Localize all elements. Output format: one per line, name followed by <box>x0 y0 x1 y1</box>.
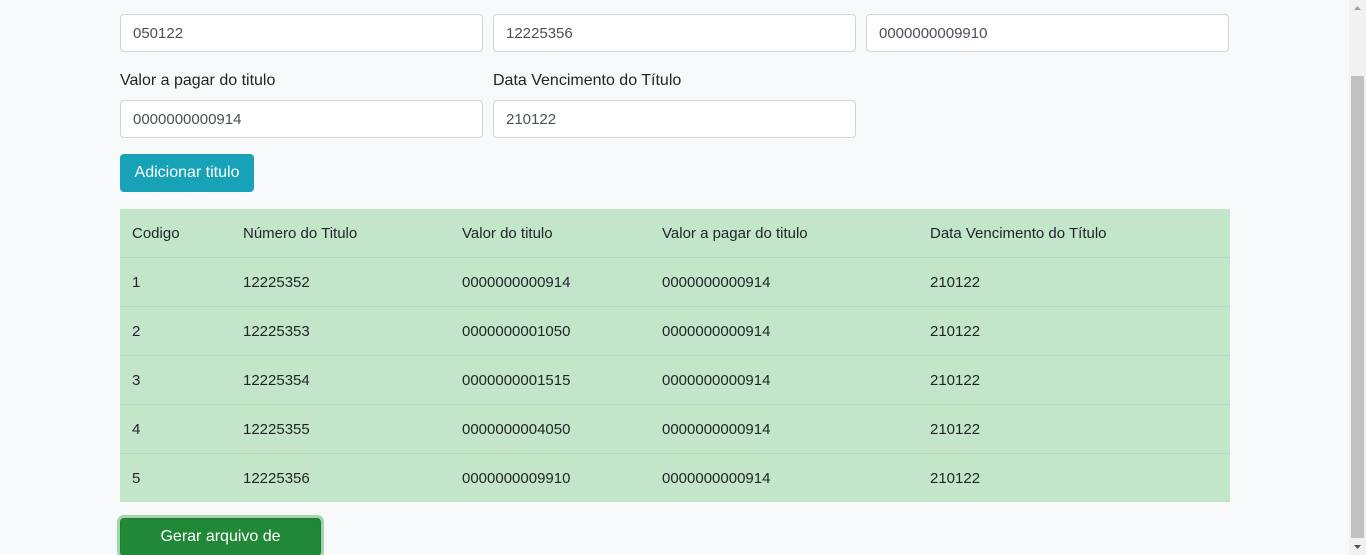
data-vencimento-label: Data Vencimento do Título <box>493 72 682 89</box>
header-codigo: Codigo <box>120 209 231 258</box>
cell-valor-titulo: 0000000004050 <box>450 404 650 454</box>
cell-valor-titulo: 0000000001515 <box>450 355 650 405</box>
cell-codigo: 2 <box>120 306 231 356</box>
valor-pagar-input[interactable] <box>120 100 483 138</box>
valor-pagar-label: Valor a pagar do titulo <box>120 72 276 89</box>
cell-numero-titulo: 12225352 <box>231 257 450 307</box>
header-numero-titulo: Número do Titulo <box>231 209 450 258</box>
cell-numero-titulo: 12225354 <box>231 355 450 405</box>
numero-titulo-input[interactable] <box>493 14 856 52</box>
page: Valor a pagar do titulo Data Vencimento … <box>0 0 1349 555</box>
cell-data-vencimento: 210122 <box>918 306 1230 356</box>
cell-numero-titulo: 12225356 <box>231 453 450 502</box>
table-header-row: Codigo Número do Titulo Valor do titulo … <box>120 209 1230 258</box>
data-vencimento-input[interactable] <box>493 100 856 138</box>
cell-numero-titulo: 12225353 <box>231 306 450 356</box>
header-data-vencimento: Data Vencimento do Título <box>918 209 1230 258</box>
cell-valor-pagar: 0000000000914 <box>650 404 918 454</box>
cell-numero-titulo: 12225355 <box>231 404 450 454</box>
cell-valor-titulo: 0000000000914 <box>450 257 650 307</box>
table-row: 5 12225356 0000000009910 0000000000914 2… <box>120 453 1230 502</box>
cell-data-vencimento: 210122 <box>918 257 1230 307</box>
cell-data-vencimento: 210122 <box>918 355 1230 405</box>
cell-valor-titulo: 0000000001050 <box>450 306 650 356</box>
cell-valor-pagar: 0000000000914 <box>650 453 918 502</box>
header-valor-titulo: Valor do titulo <box>450 209 650 258</box>
table-row: 2 12225353 0000000001050 0000000000914 2… <box>120 306 1230 356</box>
cell-codigo: 4 <box>120 404 231 454</box>
scroll-down-arrow-icon[interactable] <box>1349 538 1366 555</box>
valor-titulo-input[interactable] <box>866 14 1229 52</box>
titles-table: Codigo Número do Titulo Valor do titulo … <box>120 209 1230 502</box>
cell-valor-pagar: 0000000000914 <box>650 257 918 307</box>
add-title-button[interactable]: Adicionar titulo <box>120 154 254 192</box>
cell-data-vencimento: 210122 <box>918 453 1230 502</box>
cell-valor-pagar: 0000000000914 <box>650 306 918 356</box>
header-valor-pagar: Valor a pagar do titulo <box>650 209 918 258</box>
cell-codigo: 3 <box>120 355 231 405</box>
cell-codigo: 1 <box>120 257 231 307</box>
cell-codigo: 5 <box>120 453 231 502</box>
scrollbar-thumb[interactable] <box>1351 76 1364 538</box>
generate-return-file-button[interactable]: Gerar arquivo de retorno <box>120 518 321 555</box>
cell-valor-titulo: 0000000009910 <box>450 453 650 502</box>
cell-valor-pagar: 0000000000914 <box>650 355 918 405</box>
table-row: 4 12225355 0000000004050 0000000000914 2… <box>120 404 1230 454</box>
scroll-up-arrow-icon[interactable] <box>1349 0 1366 17</box>
data-field-input[interactable] <box>120 14 483 52</box>
cell-data-vencimento: 210122 <box>918 404 1230 454</box>
table-row: 3 12225354 0000000001515 0000000000914 2… <box>120 355 1230 405</box>
vertical-scrollbar[interactable] <box>1349 0 1366 555</box>
table-row: 1 12225352 0000000000914 0000000000914 2… <box>120 257 1230 307</box>
